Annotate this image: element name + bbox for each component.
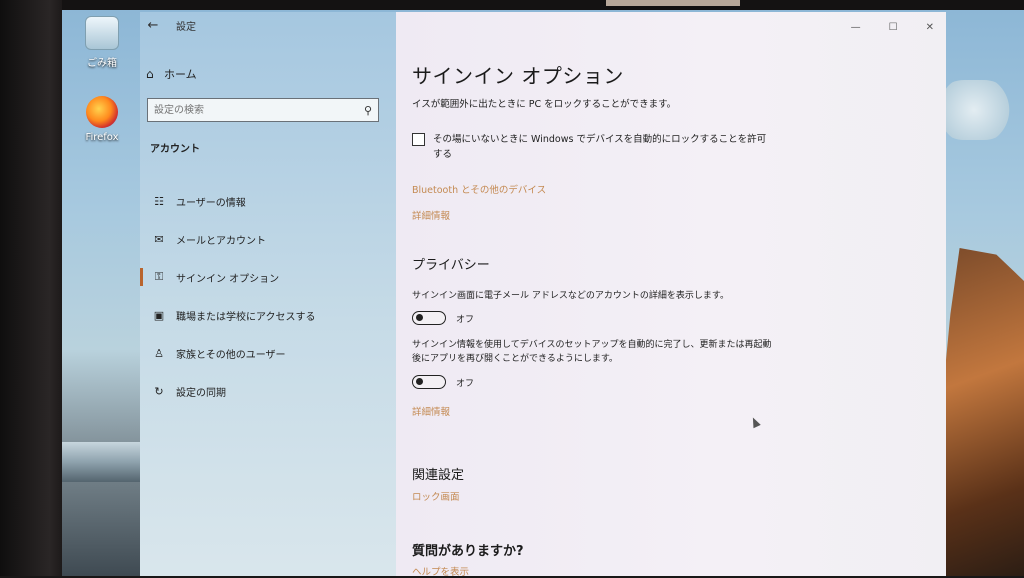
auto-setup-toggle-row: オフ [412,375,474,389]
privacy-setting-auto-setup: サインイン情報を使用してデバイスのセットアップを自動的に完了し、更新または再起動… [412,340,772,364]
desktop-icon-recycle-bin[interactable]: ごみ箱 [74,16,130,69]
monitor-sticker [606,0,740,6]
nav-home[interactable]: ⌂ ホーム [146,64,197,84]
account-details-toggle[interactable] [412,311,446,325]
sidebar-item-label: ユーザーの情報 [176,197,246,209]
sync-icon: ↻ [154,384,164,398]
key-icon: ⚿ [154,270,164,283]
toggle-knob [416,378,423,385]
sidebar-item-label: 設定の同期 [176,387,226,399]
dynamic-lock-checkbox-row[interactable]: その場にいないときに Windows でデバイスを自動的にロックすることを許可す… [412,132,772,162]
settings-search-box[interactable]: ⚲ [147,98,379,122]
settings-content: — ☐ ✕ サインイン オプション イスが範囲外に出たときに PC をロックする… [396,12,946,578]
back-arrow-icon: ← [147,17,159,33]
search-icon[interactable]: ⚲ [358,104,378,117]
mail-icon: ✉ [154,232,164,246]
window-title: 設定 [176,21,196,33]
recycle-bin-icon [85,16,119,50]
person-icon: ♙ [154,346,164,360]
sidebar-item-sync-settings[interactable]: ↻ 設定の同期 [140,372,396,410]
section-heading-accounts: アカウント [150,144,200,155]
details-link[interactable]: 詳細情報 [412,208,450,222]
sidebar-item-label: メールとアカウント [176,235,266,247]
sidebar-item-email-accounts[interactable]: ✉ メールとアカウント [140,220,396,258]
sidebar-item-family-users[interactable]: ♙ 家族とその他のユーザー [140,334,396,372]
details-link[interactable]: 詳細情報 [412,404,450,418]
sidebar-item-sign-in-options[interactable]: ⚿ サインイン オプション [140,258,396,296]
related-settings-heading: 関連設定 [412,468,465,483]
home-icon: ⌂ [146,67,154,81]
desktop-icon-label: Firefox [85,132,119,143]
account-details-toggle-row: オフ [412,311,474,325]
sidebar-item-label: 家族とその他のユーザー [176,349,286,361]
window-controls: — ☐ ✕ [851,22,934,33]
questions-heading: 質問がありますか? [412,544,524,559]
briefcase-icon: ▣ [153,308,165,322]
privacy-heading: プライバシー [412,258,490,273]
page-title: サインイン オプション [412,64,624,88]
close-button[interactable]: ✕ [926,22,934,33]
sidebar-item-user-info[interactable]: ☷ ユーザーの情報 [140,182,396,220]
search-input[interactable] [148,103,358,117]
dynamic-lock-description: イスが範囲外に出たときに PC をロックすることができます。 [412,99,677,110]
title-bar: ← 設定 [140,12,196,38]
mouse-cursor-icon [749,415,761,429]
bluetooth-devices-link[interactable]: Bluetooth とその他のデバイス [412,182,546,196]
settings-window: ← 設定 ⌂ ホーム ⚲ アカウント ☷ ユーザーの情報 ✉ メールとアカウント… [140,12,946,578]
firefox-icon [86,96,118,128]
monitor-bezel-left [0,0,62,576]
monitor-bezel-top [0,0,1024,10]
sidebar-item-work-school[interactable]: ▣ 職場または学校にアクセスする [140,296,396,334]
sidebar-nav: ☷ ユーザーの情報 ✉ メールとアカウント ⚿ サインイン オプション ▣ 職場… [140,182,396,410]
sidebar-item-label: サインイン オプション [176,273,280,285]
settings-sidebar: ← 設定 ⌂ ホーム ⚲ アカウント ☷ ユーザーの情報 ✉ メールとアカウント… [140,12,396,576]
sidebar-item-label: 職場または学校にアクセスする [176,311,316,323]
user-info-icon: ☷ [154,194,164,208]
auto-setup-toggle[interactable] [412,375,446,389]
nav-home-label: ホーム [164,68,197,81]
privacy-setting-account-details: サインイン画面に電子メール アドレスなどのアカウントの詳細を表示します。 [412,291,729,301]
desktop-icon-label: ごみ箱 [87,58,117,69]
toggle-knob [416,314,423,321]
back-button[interactable]: ← [140,12,166,38]
minimize-button[interactable]: — [851,22,861,33]
toggle-state-label: オフ [456,314,475,325]
toggle-state-label: オフ [456,378,475,389]
dynamic-lock-checkbox-label[interactable]: その場にいないときに Windows でデバイスを自動的にロックすることを許可す… [433,132,772,162]
lock-screen-link[interactable]: ロック画面 [412,489,460,503]
dynamic-lock-checkbox[interactable] [412,133,425,146]
maximize-button[interactable]: ☐ [889,22,898,33]
wallpaper-cloud [934,80,1014,140]
desktop-icon-firefox[interactable]: Firefox [74,96,130,143]
